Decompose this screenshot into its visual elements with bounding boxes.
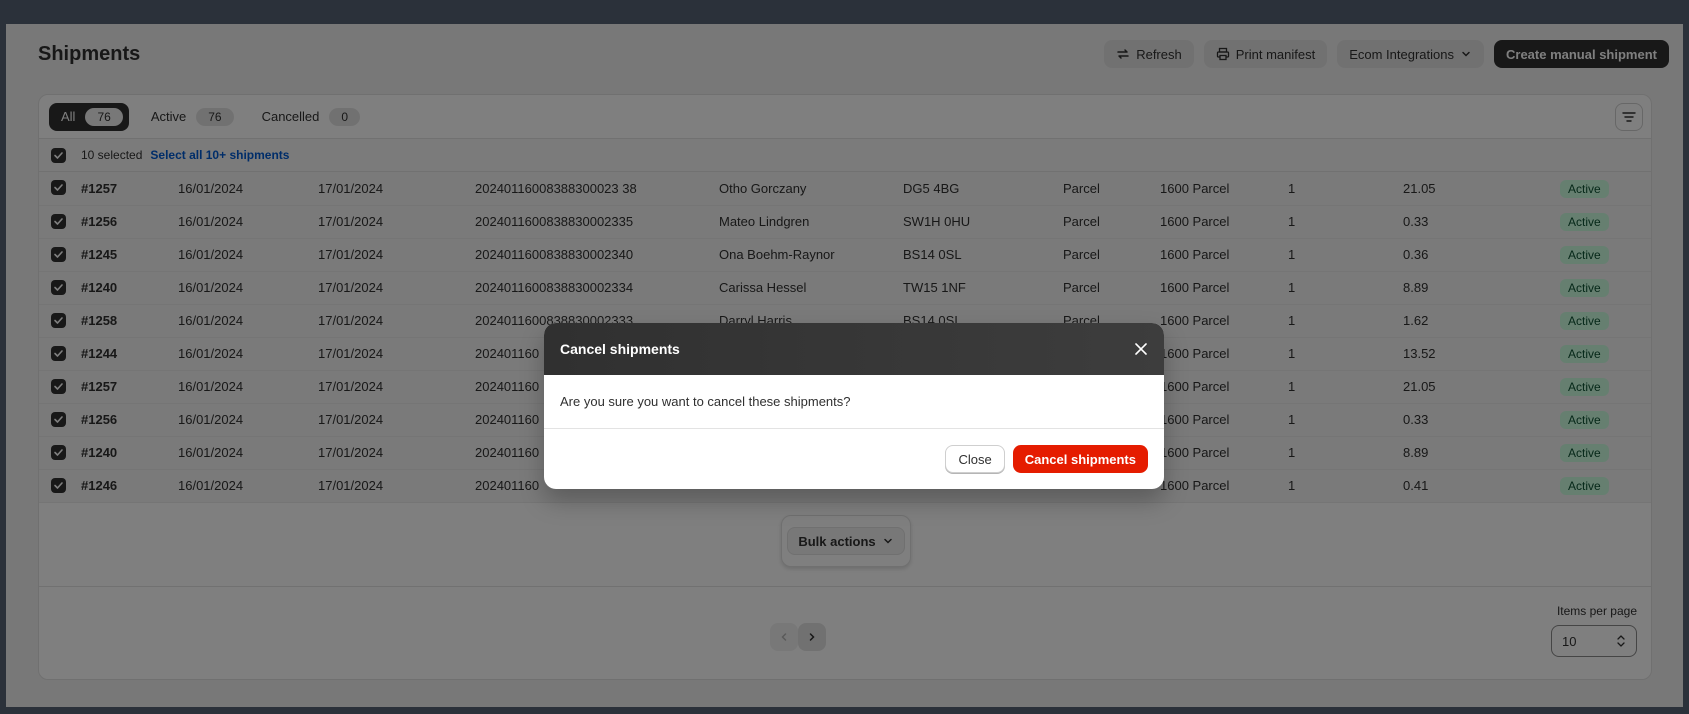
cancel-shipments-modal: Cancel shipments Are you sure you want t… (544, 323, 1164, 489)
close-button[interactable]: Close (945, 445, 1005, 473)
close-icon[interactable] (1134, 342, 1148, 356)
modal-message: Are you sure you want to cancel these sh… (560, 394, 851, 409)
modal-header: Cancel shipments (544, 323, 1164, 375)
modal-footer: Close Cancel shipments (544, 429, 1164, 489)
confirm-cancel-shipments-button[interactable]: Cancel shipments (1012, 445, 1148, 473)
modal-title: Cancel shipments (560, 341, 680, 357)
modal-body: Are you sure you want to cancel these sh… (544, 375, 1164, 429)
